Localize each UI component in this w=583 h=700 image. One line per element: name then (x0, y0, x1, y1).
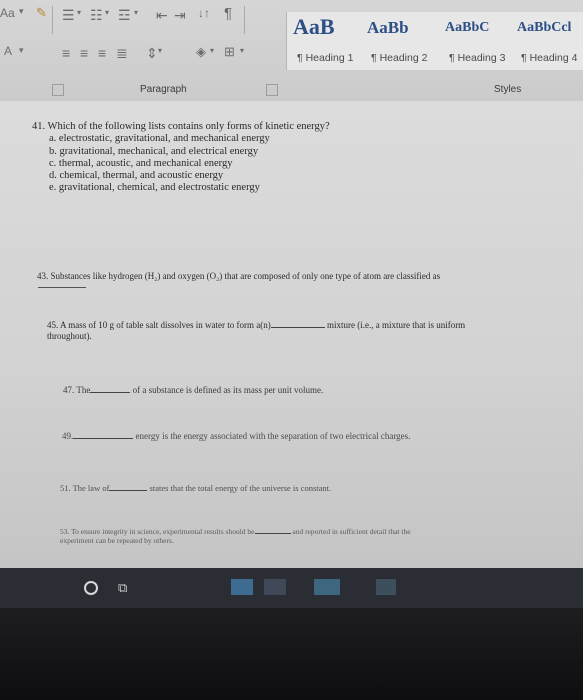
sort-icon[interactable]: ↓↑ (198, 6, 210, 20)
option-d: d. chemical, thermal, and acoustic energ… (49, 170, 224, 182)
document-page[interactable]: 41. Which of the following lists contain… (0, 101, 583, 590)
style-heading-2[interactable]: AaBb ¶ Heading 2 (367, 12, 439, 70)
style-sample: AaB (293, 14, 335, 39)
q45-text-1: 45. A mass of 10 g of table salt dissolv… (47, 320, 271, 330)
taskbar: ⧉ (0, 568, 583, 608)
style-name: ¶ Heading 3 (449, 52, 506, 64)
font-dialog-launcher-icon[interactable] (52, 84, 64, 96)
answer-blank-45[interactable] (270, 327, 325, 328)
q45-text-3: throughout). (47, 331, 92, 341)
align-right-icon[interactable]: ≡ (98, 45, 106, 61)
browser-icon[interactable] (231, 579, 253, 595)
q49-text-2: energy is the energy associated with the… (135, 431, 411, 441)
style-sample: AaBb (367, 18, 409, 37)
line-spacing-icon[interactable]: ⇕ (146, 45, 158, 62)
style-name-label: Heading 4 (529, 52, 578, 64)
group-divider (244, 6, 245, 34)
task-view-icon[interactable]: ⧉ (118, 580, 127, 596)
store-icon[interactable] (264, 579, 286, 595)
align-center-icon[interactable]: ≡ (80, 45, 88, 61)
style-name-label: Heading 3 (457, 52, 506, 64)
bullets-icon[interactable]: ☰ (62, 7, 75, 24)
style-sample: AaBbCcl (517, 20, 572, 35)
q47-text-2: of a substance is defined as its mass pe… (132, 385, 324, 395)
style-heading-4[interactable]: AaBbCcl ¶ Heading 4 (517, 12, 583, 70)
increase-indent-icon[interactable]: ⇥ (174, 7, 186, 24)
style-sample: AaBbC (445, 20, 490, 35)
q45-text-2: mixture (i.e., a mixture that is uniform (326, 320, 466, 330)
chevron-down-icon[interactable]: ▾ (19, 6, 24, 17)
word-ribbon: Aa ▾ ✎ A ▾ ☰ ▾ ☷ ▾ ☲ ▾ ⇤ ⇥ ↓↑ ¶ ≡ ≡ ≡ ≣ … (0, 0, 583, 101)
monitor-bezel (0, 608, 583, 700)
justify-icon[interactable]: ≣ (116, 45, 128, 62)
question-51: 51. The law of states that the total ene… (60, 483, 331, 493)
option-e: e. gravitational, chemical, and electros… (49, 182, 260, 194)
style-heading-3[interactable]: AaBbC ¶ Heading 3 (445, 12, 517, 70)
q53-text-3: experiment can be repeated by others. (60, 536, 174, 545)
clear-formatting-icon[interactable]: ✎ (36, 5, 47, 21)
shading-icon[interactable]: ◈ (196, 44, 206, 60)
option-b: b. gravitational, mechanical, and electr… (49, 145, 259, 157)
style-heading-1[interactable]: AaB ¶ Heading 1 (293, 12, 359, 70)
style-name: ¶ Heading 2 (371, 52, 428, 64)
answer-blank-47[interactable] (90, 392, 131, 393)
chevron-down-icon[interactable]: ▾ (134, 8, 138, 17)
styles-group-label: Styles (494, 84, 522, 95)
decrease-indent-icon[interactable]: ⇤ (156, 7, 168, 24)
question-text: 41. Which of the following lists contain… (32, 121, 330, 132)
styles-gallery: AaB ¶ Heading 1 AaBb ¶ Heading 2 AaBbC ¶… (286, 12, 583, 70)
style-name-label: Heading 2 (379, 52, 428, 64)
chevron-down-icon[interactable]: ▾ (105, 8, 109, 17)
start-circle-icon[interactable] (84, 581, 98, 595)
multilevel-list-icon[interactable]: ☲ (118, 7, 131, 24)
question-47: 47. The of a substance is defined as its… (63, 385, 323, 395)
style-name: ¶ Heading 1 (297, 52, 354, 64)
borders-icon[interactable]: ⊞ (224, 44, 235, 60)
align-left-icon[interactable]: ≡ (62, 45, 70, 61)
show-formatting-marks-icon[interactable]: ¶ (224, 5, 232, 22)
answer-blank-51[interactable] (109, 490, 148, 491)
style-name-label: Heading 1 (305, 52, 354, 64)
font-color-button[interactable]: A (4, 44, 12, 58)
question-41: 41. Which of the following lists contain… (32, 121, 330, 195)
numbering-icon[interactable]: ☷ (90, 7, 103, 24)
paragraph-group-label: Paragraph (140, 84, 187, 95)
option-c: c. thermal, acoustic, and mechanical ene… (49, 157, 233, 169)
question-49: 49. energy is the energy associated with… (62, 431, 410, 441)
q53-text-2: and reported in sufficient detail that t… (292, 527, 411, 536)
question-43: 43. Substances like hydrogen (H₂) and ox… (37, 271, 441, 281)
q47-text-1: 47. The (63, 385, 91, 395)
change-case-button[interactable]: Aa (0, 6, 15, 20)
chevron-down-icon[interactable]: ▾ (158, 46, 162, 55)
q51-text-2: states that the total energy of the univ… (149, 483, 332, 493)
chevron-down-icon[interactable]: ▾ (77, 8, 81, 17)
question-53: 53. To ensure integrity in science, expe… (60, 527, 411, 536)
app-icon[interactable] (314, 579, 340, 595)
chevron-down-icon[interactable]: ▾ (210, 46, 214, 55)
answer-blank-49[interactable] (73, 438, 134, 439)
group-divider (52, 6, 53, 34)
chevron-down-icon[interactable]: ▾ (240, 46, 244, 55)
answer-blank-53[interactable] (254, 533, 291, 534)
style-name: ¶ Heading 4 (521, 52, 578, 64)
app-icon[interactable] (376, 579, 396, 595)
q49-text-1: 49. (62, 431, 74, 441)
q53-text-1: 53. To ensure integrity in science, expe… (60, 527, 255, 536)
q51-text-1: 51. The law of (60, 483, 110, 493)
answer-blank-43[interactable] (38, 287, 86, 288)
question-45: 45. A mass of 10 g of table salt dissolv… (47, 320, 465, 330)
paragraph-dialog-launcher-icon[interactable] (266, 84, 278, 96)
chevron-down-icon[interactable]: ▾ (19, 45, 24, 56)
option-a: a. electrostatic, gravitational, and mec… (49, 133, 270, 145)
